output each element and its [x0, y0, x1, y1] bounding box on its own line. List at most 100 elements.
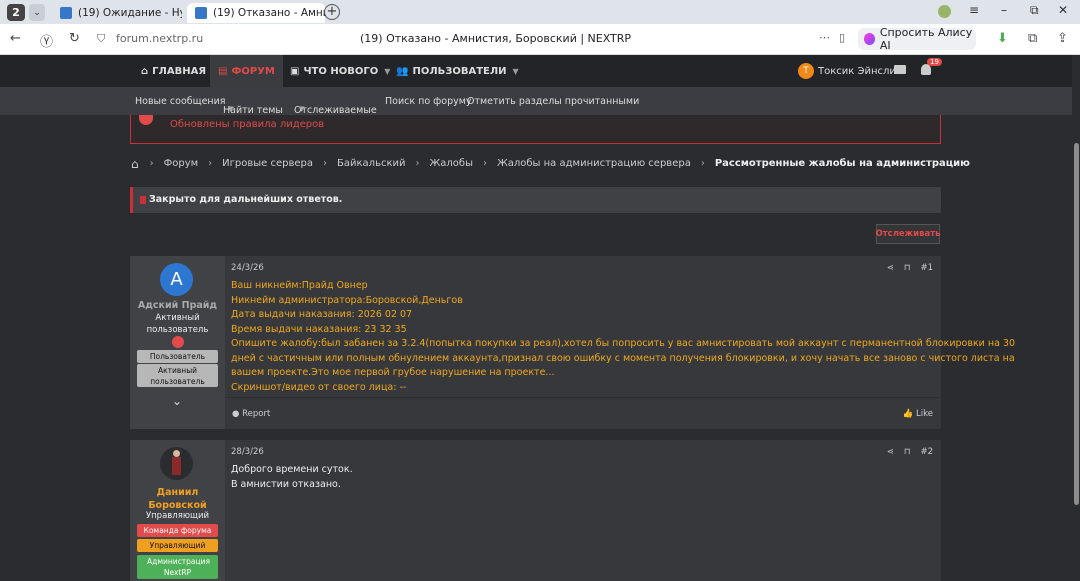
user-name: Токсик Эйнсли [818, 65, 896, 77]
alert-icon [139, 115, 153, 125]
back-arrow-icon[interactable]: ← [10, 31, 21, 46]
share-icon[interactable]: ⋖ [887, 447, 894, 457]
forum-icon: ▤ [218, 65, 228, 77]
notice-text[interactable]: Обновлены правила лидеров [170, 119, 324, 130]
breadcrumb-item[interactable]: Игровые сервера [222, 158, 313, 169]
breadcrumb-separator: › [208, 158, 213, 169]
post-body: Ваш никнейм:Прайд Овнер Никнейм админист… [231, 279, 1015, 395]
post-line: вашем проекте.Это мое первой грубое нару… [231, 367, 555, 378]
page-scrollbar[interactable] [1072, 55, 1080, 581]
close-window-icon[interactable]: ✕ [1058, 3, 1068, 17]
breadcrumb-separator: › [149, 158, 154, 169]
post-number[interactable]: #1 [920, 263, 933, 273]
thread-closed-banner: Закрыто для дальнейших ответов. [130, 187, 941, 213]
nav-forum[interactable]: ▤ ФОРУМ [210, 55, 283, 87]
extension-icon[interactable] [938, 5, 951, 18]
subnav-mark-read[interactable]: Отметить разделы прочитанными [467, 96, 639, 107]
post-line: дней с частичным или полным обнулением а… [231, 352, 1015, 364]
ask-alice-button[interactable]: Спросить Алису AI [858, 26, 976, 52]
post-body: Доброго времени суток. В амнистии отказа… [231, 463, 353, 492]
home-icon[interactable]: ⌂ [131, 158, 139, 170]
author-name[interactable]: Даниил Боровской [130, 486, 225, 512]
like-button[interactable]: 👍 Like [903, 409, 933, 419]
user-banner: Администрация NextRP [137, 555, 218, 579]
thread-status-text: Закрыто для дальнейших ответов. [149, 194, 343, 205]
post-line: Время выдачи наказания: 23 32 35 [231, 323, 407, 335]
author-name[interactable]: Адский Прайд [130, 300, 225, 311]
favicon-icon [195, 7, 207, 19]
post-date[interactable]: 24/3/26 [231, 263, 264, 273]
user-avatar: Т [798, 63, 814, 79]
reload-icon[interactable]: ↻ [69, 31, 80, 46]
post-line: Дата выдачи наказания: 2026 02 07 [231, 309, 413, 320]
notice-banner: Обновлены правила лидеров [130, 115, 941, 144]
breadcrumb-item[interactable]: Жалобы на администрацию сервера [497, 158, 691, 169]
watch-button[interactable]: Отслеживать [876, 224, 941, 244]
download-icon[interactable]: ⬇ [997, 31, 1008, 46]
browser-tab-2-active[interactable]: (19) Отказано - Амнис ✕ [187, 3, 325, 23]
new-tab-icon[interactable]: + [324, 4, 340, 20]
post-date[interactable]: 28/3/26 [231, 447, 264, 457]
like-label: Like [916, 409, 933, 419]
notification-badge: 19 [927, 58, 942, 66]
nav-users[interactable]: 👥 ПОЛЬЗОВАТЕЛИ ▼ [396, 55, 519, 87]
restore-icon[interactable]: ⧉ [1030, 3, 1039, 18]
share-icon[interactable]: ⇪ [1057, 31, 1068, 46]
address-bar: ← Ⓨ ↻ ⛉ forum.nextrp.ru (19) Отказано - … [0, 24, 1080, 55]
subnav-new-posts[interactable]: Новые сообщения [135, 96, 226, 107]
minimize-icon[interactable]: – [1001, 3, 1007, 17]
browser-tab-1[interactable]: (19) Ожидание - Ну таков [52, 3, 182, 23]
user-banner: Управляющий [137, 539, 218, 552]
nav-forum-label: ФОРУМ [231, 65, 275, 77]
breadcrumb-item[interactable]: Жалобы [430, 158, 473, 169]
post-line: Скриншот/видео от своего лица: -- [231, 381, 407, 393]
nav-whats-new[interactable]: ▣ ЧТО НОВОГО ▼ [290, 55, 390, 87]
post-number[interactable]: #2 [920, 447, 933, 457]
breadcrumb: ⌂ › Форум › Игровые сервера › Байкальски… [131, 158, 970, 170]
chevron-down-icon[interactable]: ⌄ [170, 394, 184, 408]
collections-icon[interactable]: ⧉ [1028, 31, 1037, 46]
breadcrumb-current[interactable]: Рассмотренные жалобы на администрацию [715, 158, 970, 169]
workspace-counter[interactable]: 2 [7, 4, 25, 21]
bookmark-icon[interactable]: ⊓ [904, 263, 911, 273]
tab-title: (19) Ожидание - Ну таков [78, 7, 182, 19]
more-dots-icon[interactable]: ⋯ [819, 31, 830, 44]
post-2: Даниил Боровской Управляющий Команда фор… [130, 440, 941, 581]
nav-users-label: ПОЛЬЗОВАТЕЛИ [412, 65, 507, 77]
avatar[interactable]: A [160, 263, 193, 296]
avatar-figure-body [172, 457, 181, 475]
post-content: 28/3/26 ⋖ ⊓ #2 Доброго времени суток. В … [225, 440, 941, 581]
report-label: Report [242, 409, 271, 419]
breadcrumb-separator: › [482, 158, 487, 169]
alice-label: Спросить Алису AI [879, 26, 973, 52]
home-icon: ⌂ [141, 65, 149, 77]
page-title: (19) Отказано - Амнистия, Боровский | NE… [360, 32, 632, 45]
mail-icon[interactable] [894, 65, 906, 74]
menu-icon[interactable]: ≡ [969, 3, 979, 17]
caret-down-icon: ▼ [512, 66, 519, 76]
breadcrumb-separator: › [323, 158, 328, 169]
nav-home[interactable]: ⌂ ГЛАВНАЯ [141, 55, 206, 87]
post-line: Ваш никнейм:Прайд Овнер [231, 280, 368, 291]
user-banner: Активный пользователь [137, 364, 218, 387]
post-actions: ⋖ ⊓ #1 [887, 263, 933, 273]
bookmark-icon[interactable]: ⊓ [904, 447, 911, 457]
share-icon[interactable]: ⋖ [887, 263, 894, 273]
breadcrumb-item[interactable]: Форум [164, 158, 199, 169]
subnav-search-forum[interactable]: Поиск по форуму [385, 96, 472, 107]
chevron-down-icon[interactable]: ⌄ [29, 4, 45, 21]
report-button[interactable]: ● Report [232, 409, 270, 419]
bookmark-icon[interactable]: ▯ [839, 31, 845, 44]
scrollbar-thumb[interactable] [1074, 143, 1079, 505]
yandex-icon[interactable]: Ⓨ [40, 31, 53, 50]
avatar[interactable] [160, 447, 193, 480]
post-author-panel: A Адский Прайд Активный пользователь Пол… [130, 256, 225, 429]
post-1: A Адский Прайд Активный пользователь Пол… [130, 256, 1015, 429]
browser-tab-bar: 2 ⌄ (19) Ожидание - Ну таков (19) Отказа… [0, 0, 1080, 24]
breadcrumb-item[interactable]: Байкальский [337, 158, 405, 169]
forum-navbar: ⌂ ГЛАВНАЯ ▤ ФОРУМ ▣ ЧТО НОВОГО ▼ 👥 ПОЛЬЗ… [0, 55, 1072, 87]
current-user[interactable]: Т Токсик Эйнсли [798, 63, 896, 79]
url-field[interactable]: ⛉ forum.nextrp.ru (19) Отказано - Амнист… [92, 29, 850, 50]
nav-whats-new-label: ЧТО НОВОГО [303, 65, 379, 77]
user-banner: Пользователь [137, 350, 218, 363]
